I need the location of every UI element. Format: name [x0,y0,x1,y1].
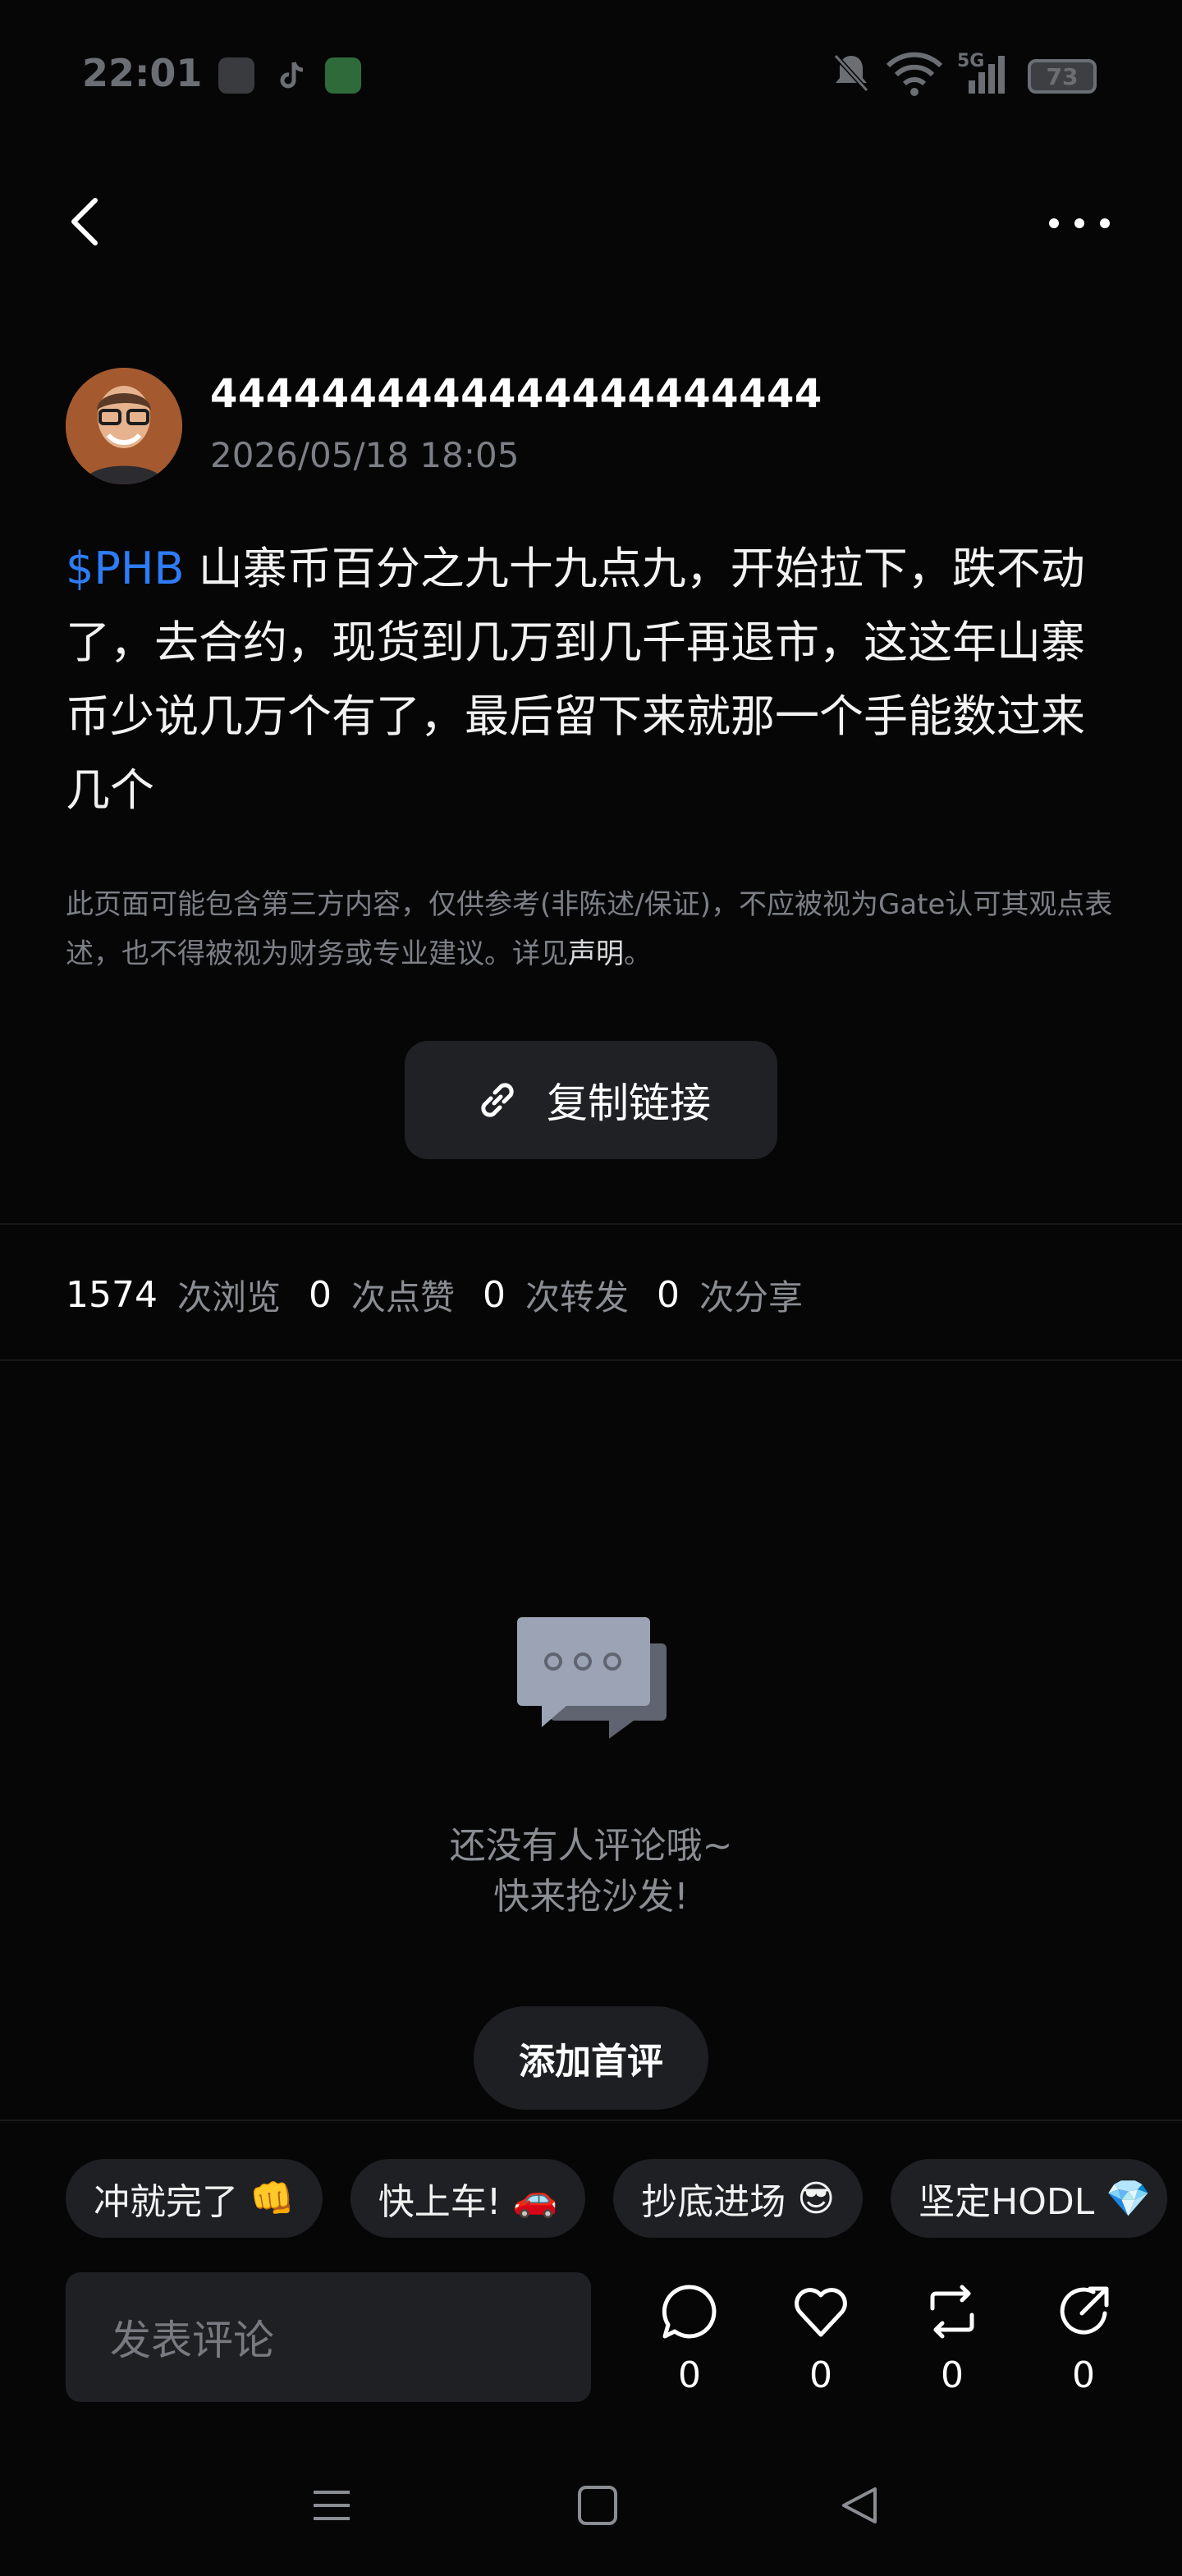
comment-action[interactable]: 0 [648,2280,731,2404]
shares-count: 0 [657,1273,680,1316]
add-first-comment-button[interactable]: 添加首评 [474,2006,708,2110]
copy-link-label: 复制链接 [547,1079,711,1127]
chip-text: 快上车! [378,2181,502,2223]
author-avatar[interactable] [66,368,182,484]
post-date: 2026/05/18 18:05 [210,435,520,475]
reposts-count: 0 [483,1273,506,1316]
wifi-icon [886,52,943,96]
more-dots-icon [1049,218,1110,228]
mute-icon [833,53,869,93]
repost-count: 0 [941,2354,964,2396]
back-button[interactable] [57,189,115,254]
no-comments-message: 还没有人评论哦~ 快来抢沙发! [345,1821,837,1923]
reposts-label: 次转发 [525,1277,630,1318]
like-action[interactable]: 0 [780,2280,862,2404]
repost-action[interactable]: 0 [911,2280,993,2404]
quick-reply-chip[interactable]: 冲就完了 👊 [66,2159,323,2238]
chip-text: 坚定HODL [919,2181,1095,2223]
no-comments-line2: 快来抢沙发! [493,1876,689,1918]
chip-text: 抄底进场 [641,2181,786,2223]
divider [0,1223,1182,1225]
post-text: 山寨币百分之九十九点九，开始拉下，跌不动了，去合约，现货到几万到几千再退市，这这… [66,543,1085,816]
disclaimer: 此页面可能包含第三方内容，仅供参考(非陈述/保证)，不应被视为Gate认可其观点… [66,880,1125,979]
chip-text: 冲就完了 [94,2181,238,2223]
tiktok-icon [280,62,304,89]
post-stats: 1574 次浏览 0 次点赞 0 次转发 0 次分享 [66,1266,831,1323]
share-icon [1060,2286,1109,2335]
post-content: $PHB 山寨币百分之九十九点九，开始拉下，跌不动了，去合约，现货到几万到几千再… [66,532,1125,827]
divider [0,1359,1182,1361]
comment-icon [662,2285,717,2339]
quick-reply-chip[interactable]: 抄底进场 😎 [613,2159,864,2238]
quick-reply-chip[interactable]: 快上车! 🚗 [350,2159,586,2238]
fist-emoji: 👊 [250,2178,295,2220]
back-triangle-icon[interactable] [837,2482,883,2528]
system-nav-bar [0,2455,1182,2574]
more-button[interactable] [1034,197,1125,246]
quick-reply-chip[interactable]: 坚定HODL 💎 [891,2159,1168,2238]
menu-icon[interactable] [309,2482,355,2528]
home-square-icon[interactable] [575,2482,621,2528]
status-bar: 22:01 5G 73 [0,0,1182,148]
repost-icon [930,2285,974,2339]
car-emoji: 🚗 [512,2178,558,2220]
quick-reply-chips: 冲就完了 👊 快上车! 🚗 抄底进场 😎 坚定HODL 💎 [66,2159,1168,2238]
no-comments-line1: 还没有人评论哦~ [449,1825,733,1867]
comment-bubble-icon [517,1617,667,1739]
likes-label: 次点赞 [351,1277,456,1318]
comment-input[interactable]: 发表评论 [66,2272,591,2402]
disclaimer-end: 。 [624,937,652,970]
share-action[interactable]: 0 [1042,2280,1125,2404]
like-count: 0 [809,2354,832,2396]
author-name[interactable]: 4444444444444444444444 [210,371,822,417]
copy-link-button[interactable]: 复制链接 [405,1041,777,1159]
likes-count: 0 [309,1273,332,1316]
soul-app-icon [218,57,254,94]
signal-icon [969,56,1005,94]
chevron-left-icon [71,198,98,245]
security-app-icon [325,57,361,94]
views-count: 1574 [66,1273,158,1316]
views-label: 次浏览 [176,1277,281,1318]
share-count: 0 [1072,2354,1095,2396]
battery-level: 73 [1046,62,1079,90]
status-time: 22:01 [82,51,203,95]
comment-count: 0 [678,2354,701,2396]
comment-placeholder: 发表评论 [110,2317,274,2364]
battery-icon: 73 [1028,59,1097,94]
link-icon [481,1083,514,1117]
gem-emoji: 💎 [1106,2178,1152,2220]
disclaimer-link[interactable]: 声明 [568,937,624,970]
ticker-link[interactable]: $PHB [66,543,185,594]
heart-icon [795,2288,847,2337]
shares-label: 次分享 [699,1277,804,1318]
sunglasses-emoji: 😎 [797,2177,836,2220]
